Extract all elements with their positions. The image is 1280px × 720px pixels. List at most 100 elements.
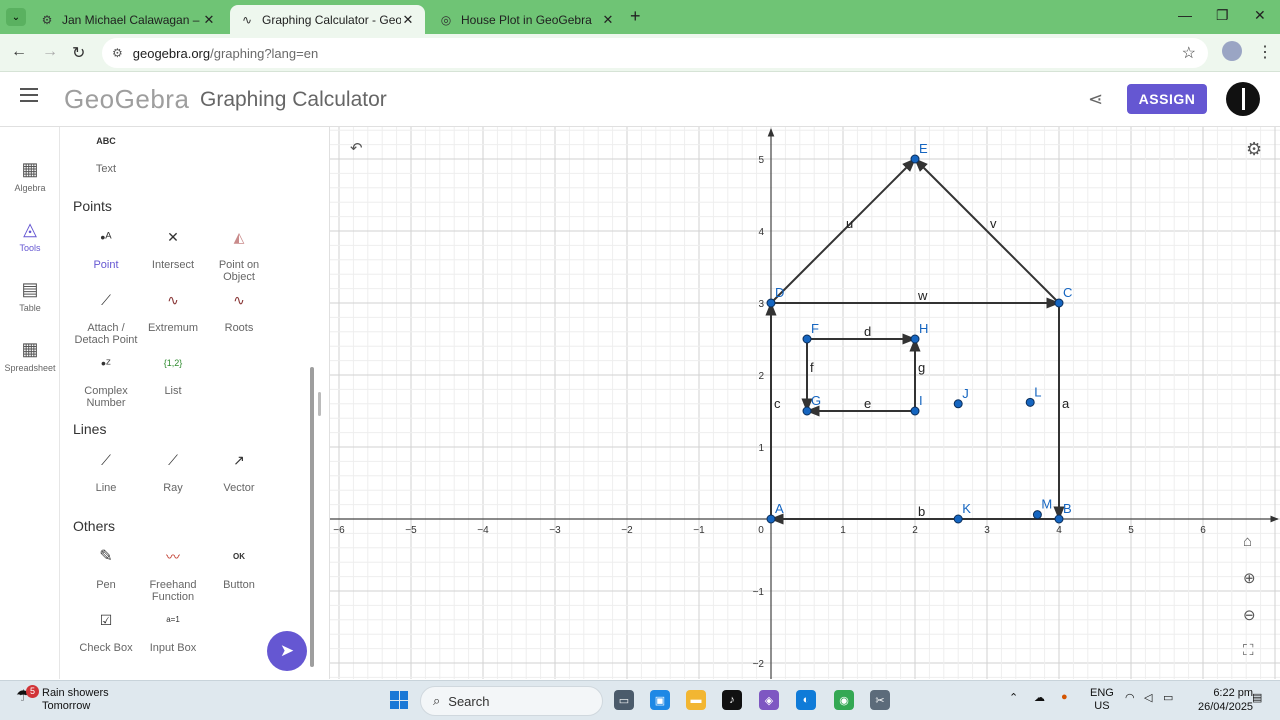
point-tool-icon: •ᴬ [100, 229, 112, 245]
notifications-icon[interactable]: ▤ [1252, 691, 1262, 704]
tool-text[interactable]: ABC Text [70, 135, 142, 175]
tool-complex-number[interactable]: •ᶻ Complex Number [70, 356, 142, 409]
tool-check-box[interactable]: ☑ Check Box [70, 613, 142, 654]
language-indicator[interactable]: ENG US [1090, 687, 1114, 713]
microphone-icon[interactable]: ● [1061, 691, 1068, 703]
point-K [953, 514, 963, 524]
section-lines-heading: Lines [73, 421, 107, 437]
store-icon[interactable]: ▣ [650, 690, 670, 710]
attach-detach-tool-icon: ⟋ [101, 292, 111, 308]
rail-item-tools[interactable]: ◬ Tools [0, 219, 60, 253]
graphics-settings-icon[interactable]: ⚙ [1246, 139, 1262, 160]
tool-button[interactable]: OK Button [203, 551, 275, 591]
text-tool-icon: ABC [96, 136, 116, 146]
tool-pen[interactable]: ✎ Pen [70, 549, 142, 592]
tool-extremum[interactable]: ∿ Extremum [137, 293, 209, 334]
reload-icon[interactable]: ↻ [72, 43, 85, 63]
zoom-out-icon[interactable]: ⊖ [1243, 606, 1256, 624]
battery-icon[interactable]: ▭ [1163, 691, 1173, 704]
tool-point-on-object[interactable]: ◭ Point on Object [203, 229, 275, 283]
tool-ray[interactable]: ⟋ Ray [137, 452, 209, 494]
zoom-in-icon[interactable]: ⊕ [1243, 569, 1256, 587]
bookmark-star-icon[interactable]: ☆ [1182, 43, 1196, 63]
taskbar-search[interactable]: ⌕ Search [420, 686, 603, 716]
forward-icon[interactable]: → [42, 43, 58, 61]
close-window-icon[interactable]: ✕ [1254, 7, 1266, 24]
tray-overflow-icon[interactable]: ⌃ [1009, 691, 1018, 704]
browser-tab-geogebra[interactable]: ∿ Graphing Calculator - GeoGebr ✕ [230, 5, 425, 34]
x-tick-label: 1 [840, 525, 846, 536]
close-tab-icon[interactable]: ✕ [601, 12, 615, 28]
edge-icon[interactable]: ◐ [796, 690, 816, 710]
rail-item-algebra[interactable]: ▦ Algebra [0, 159, 60, 193]
copilot-icon[interactable]: ◈ [759, 690, 779, 710]
url-field[interactable]: ⚙ geogebra.org/graphing?lang=en ☆ [102, 38, 1208, 68]
home-icon[interactable]: ⌂ [1243, 533, 1252, 550]
browser-tab-house-plot[interactable]: ◎ House Plot in GeoGebra ✕ [429, 5, 625, 34]
profile-avatar[interactable] [1222, 41, 1242, 61]
tool-label: Attach / Detach Point [74, 322, 138, 346]
share-icon[interactable]: ⋖ [1088, 89, 1103, 110]
graph-canvas[interactable]: −6 −5 −4 −3 −2 −1 0 1 2 3 4 5 6 −2 −1 1 2 3 4 5 a b c w u v d g e f A B… [330, 127, 1280, 679]
user-avatar[interactable] [1226, 82, 1260, 116]
rail-item-table[interactable]: ▤ Table [0, 279, 60, 313]
task-view-icon[interactable]: ▭ [614, 690, 634, 710]
tool-roots[interactable]: ∿ Roots [203, 293, 275, 334]
chrome-icon[interactable]: ◉ [834, 690, 854, 710]
browser-menu-icon[interactable]: ⋮ [1257, 42, 1273, 62]
site-info-icon[interactable]: ⚙ [112, 46, 123, 60]
restore-icon[interactable]: ❐ [1216, 7, 1229, 24]
tiktok-icon[interactable]: ♪ [722, 690, 742, 710]
close-tab-icon[interactable]: ✕ [401, 12, 415, 28]
rail-item-spreadsheet[interactable]: ▦ Spreadsheet [0, 339, 60, 373]
snipping-tool-icon[interactable]: ✂ [870, 690, 890, 710]
minimize-icon[interactable]: — [1178, 7, 1192, 23]
tool-attach-detach-point[interactable]: ⟋ Attach / Detach Point [70, 292, 142, 346]
line-tool-icon: ⟋ [101, 452, 111, 468]
tools-scrollbar[interactable] [310, 367, 314, 667]
point-I [910, 406, 920, 416]
tool-line[interactable]: ⟋ Line [70, 452, 142, 494]
tab-search-button[interactable]: ⌄ [6, 8, 26, 26]
assign-button[interactable]: ASSIGN [1127, 84, 1207, 114]
list-tool-icon: {1,2} [163, 358, 183, 368]
tool-input-box[interactable]: a=1 Input Box [137, 614, 209, 654]
volume-icon[interactable]: ◁ [1144, 691, 1152, 704]
tool-label: List [164, 385, 182, 397]
panel-resize-handle[interactable] [318, 392, 321, 416]
back-icon[interactable]: ← [11, 43, 27, 61]
tool-intersect[interactable]: ✕ Intersect [137, 230, 209, 271]
close-tab-icon[interactable]: ✕ [202, 12, 216, 28]
tool-point[interactable]: •ᴬ Point [70, 229, 142, 271]
undo-icon[interactable]: ↶ [350, 139, 363, 157]
tool-label: Input Box [149, 642, 197, 654]
search-label: Search [448, 693, 490, 709]
system-clock[interactable]: 6:22 pm 26/04/2025 [1198, 686, 1253, 714]
vector-label: e [864, 396, 871, 411]
graphics-view[interactable]: −6 −5 −4 −3 −2 −1 0 1 2 3 4 5 6 −2 −1 1 2 3 4 5 a b c w u v d g e f A B… [330, 127, 1280, 679]
main-menu-icon[interactable] [20, 88, 38, 102]
point-D [766, 298, 776, 308]
windows-start-icon[interactable] [390, 691, 408, 709]
onedrive-icon[interactable]: ☁ [1034, 691, 1045, 704]
point-H [910, 334, 920, 344]
tool-list[interactable]: {1,2} List [137, 357, 209, 397]
ray-tool-icon: ⟋ [168, 452, 178, 468]
point-label: D [775, 285, 784, 300]
tool-freehand-function[interactable]: 〰 Freehand Function [137, 550, 209, 603]
lang-line2: US [1094, 700, 1110, 712]
tool-label: Check Box [79, 642, 133, 654]
clock-date: 26/04/2025 [1198, 701, 1254, 713]
file-explorer-icon[interactable]: ▬ [686, 690, 706, 710]
fullscreen-icon[interactable]: ⛶ [1243, 642, 1254, 659]
wifi-icon[interactable]: ◠ [1125, 691, 1135, 704]
point-label: B [1063, 501, 1072, 516]
tool-vector[interactable]: ↗ Vector [203, 453, 275, 494]
url-host: geogebra.org [132, 45, 211, 61]
tool-label: Point [93, 259, 119, 271]
geogebra-logo[interactable]: GeoGebra [64, 84, 189, 115]
new-tab-icon[interactable]: + [630, 6, 641, 27]
point-on-object-tool-icon: ◭ [233, 229, 245, 245]
move-tool-fab[interactable]: ➤ [267, 631, 307, 671]
browser-tab-resources[interactable]: ⚙ Jan Michael Calawagan – Resou ✕ [30, 5, 226, 34]
